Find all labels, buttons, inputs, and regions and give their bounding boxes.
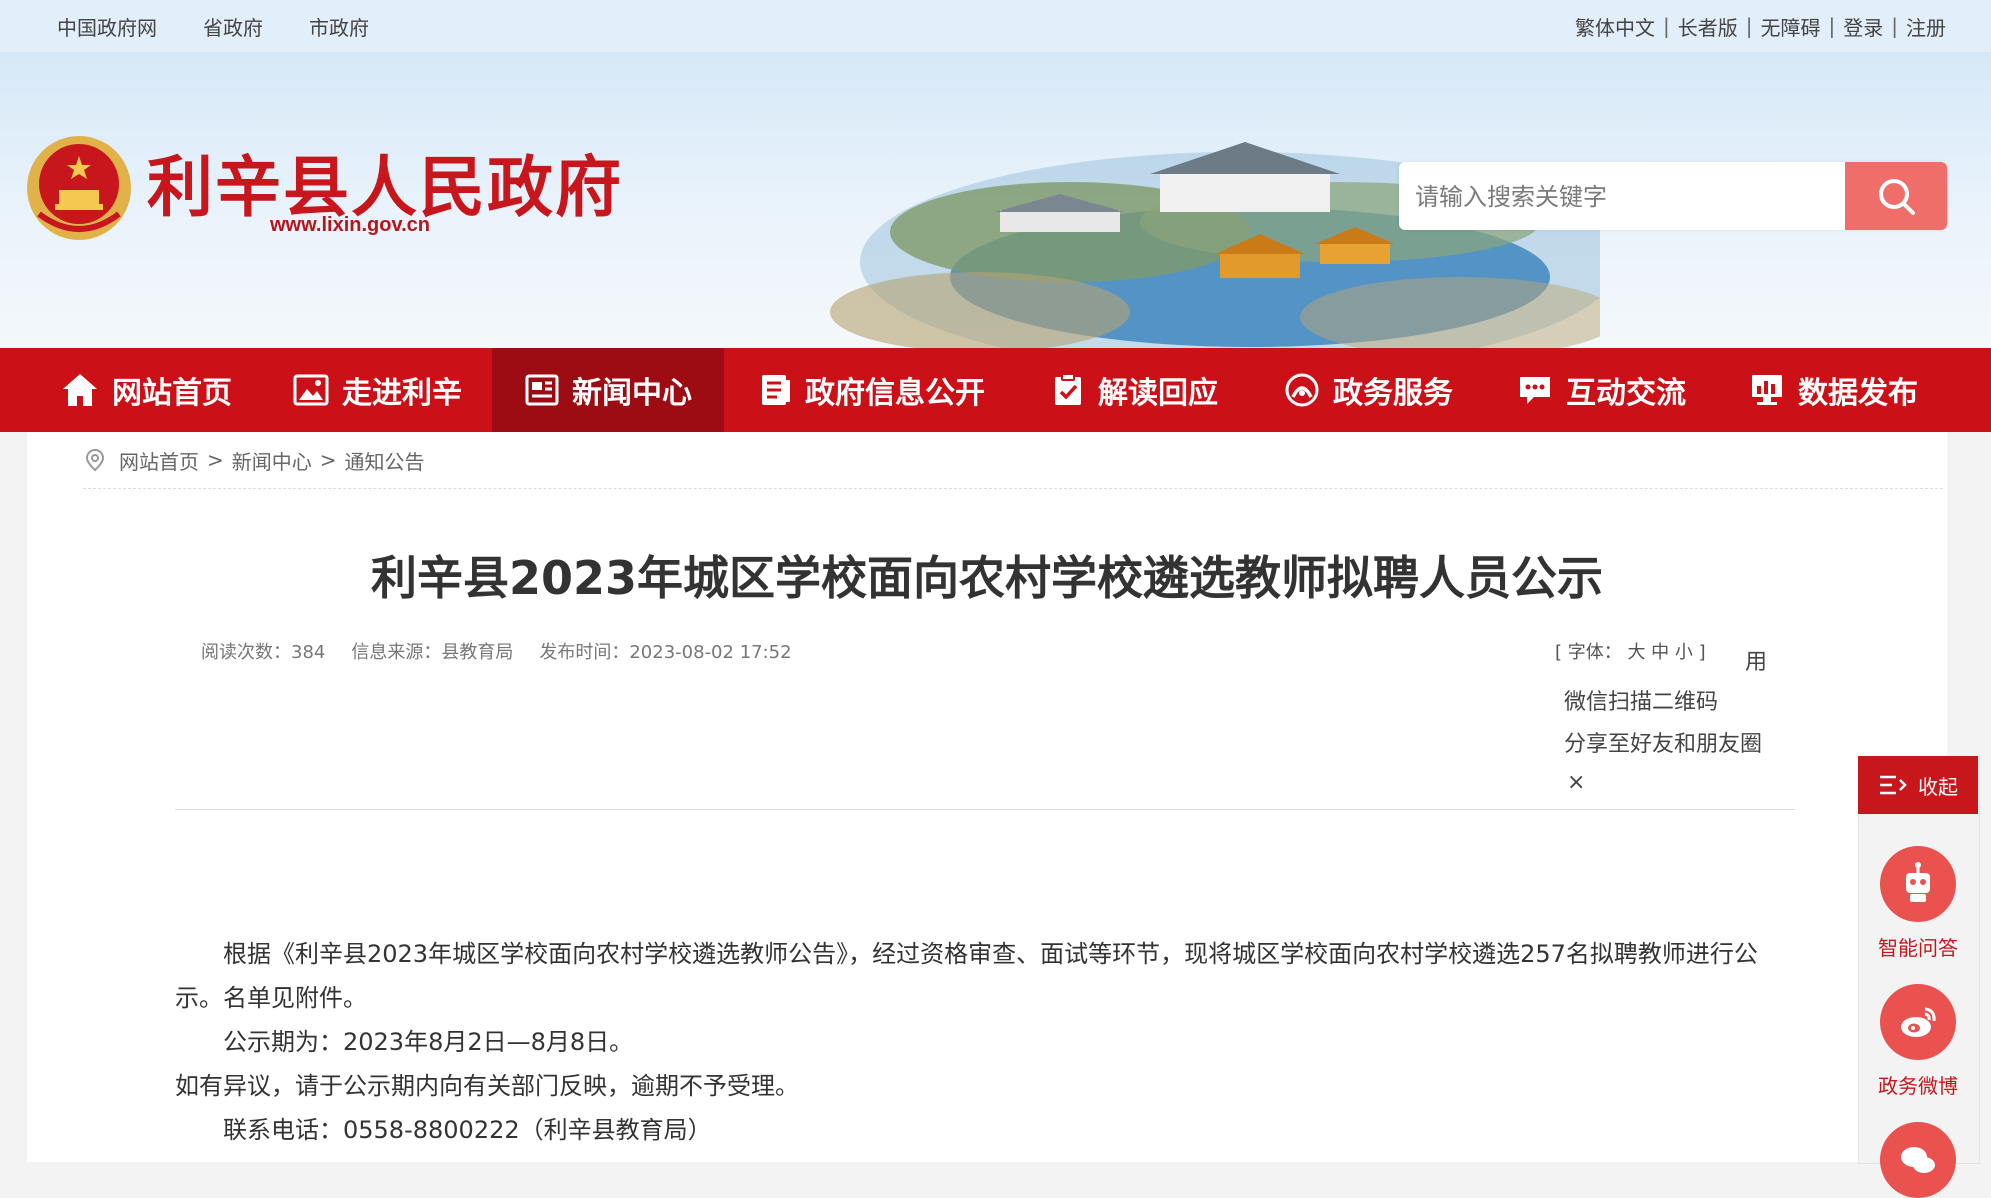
- national-emblem-logo: [27, 136, 131, 240]
- home-icon: [63, 374, 97, 406]
- nav-label: 走进利辛: [342, 376, 462, 411]
- breadcrumb-separator: >: [319, 448, 337, 472]
- nav-label: 互动交流: [1566, 376, 1686, 411]
- share-friends-text: 分享至好友和朋友圈: [1564, 732, 1763, 757]
- breadcrumb: 网站首页 > 新闻中心 > 通知公告: [83, 432, 1943, 489]
- article-body: 根据《利辛县2023年城区学校面向农村学校遴选教师公告》，经过资格审查、面试等环…: [175, 932, 1795, 1152]
- main-nav: 网站首页 走进利辛 新闻中心 政府信息公开 解读回应 政务服务 互动交流 数据发…: [0, 348, 1991, 432]
- service-icon: [1285, 373, 1319, 407]
- float-item-partial[interactable]: [1858, 1122, 1978, 1198]
- nav-item-about[interactable]: 走进利辛: [292, 348, 462, 432]
- article-title: 利辛县2023年城区学校面向农村学校遴选教师拟聘人员公示: [370, 551, 1604, 605]
- float-item-smart-qa[interactable]: 智能问答: [1858, 846, 1978, 961]
- publish-time: 发布时间：2023-08-02 17:52: [539, 642, 792, 663]
- search-box: [1399, 162, 1947, 232]
- top-bar: 中国政府网 省政府 市政府 繁体中文 | 长者版 | 无障碍 | 登录 | 注册: [0, 0, 1991, 52]
- breadcrumb-home[interactable]: 网站首页: [119, 446, 199, 475]
- search-button[interactable]: [1845, 162, 1947, 230]
- location-pin-icon: [85, 448, 105, 472]
- nav-item-news[interactable]: 新闻中心: [492, 348, 724, 432]
- share-wechat-scan-text: 微信扫描二维码: [1564, 690, 1719, 715]
- float-item-label: 政务微博: [1878, 1074, 1958, 1098]
- share-close-button[interactable]: ×: [1567, 770, 1585, 795]
- news-icon: [525, 374, 559, 406]
- float-item-label: 智能问答: [1878, 936, 1958, 960]
- article-meta: 阅读次数：384 信息来源：县教育局 发布时间：2023-08-02 17:52: [201, 638, 792, 664]
- image-icon: [293, 374, 329, 406]
- breadcrumb-news[interactable]: 新闻中心: [232, 446, 312, 475]
- nav-label: 网站首页: [112, 376, 232, 411]
- float-item-circle: [1880, 846, 1956, 922]
- collapse-icon: [1880, 775, 1907, 795]
- article-paragraph: 联系电话：0558-8800222（利辛县教育局）: [223, 1116, 712, 1144]
- weibo-icon: [1901, 1007, 1936, 1037]
- read-count: 阅读次数：384: [201, 642, 326, 663]
- divider: [175, 809, 1795, 810]
- link-traditional-chinese[interactable]: 繁体中文: [1575, 12, 1655, 41]
- nav-item-home[interactable]: 网站首页: [60, 348, 232, 432]
- link-elder-mode[interactable]: 长者版: [1678, 12, 1738, 41]
- link-central-gov[interactable]: 中国政府网: [57, 12, 157, 41]
- nav-item-interaction[interactable]: 互动交流: [1516, 348, 1686, 432]
- collapse-label: 收起: [1918, 774, 1958, 799]
- chat-icon: [1520, 377, 1550, 404]
- link-login[interactable]: 登录: [1843, 12, 1883, 41]
- nav-label: 新闻中心: [572, 376, 692, 411]
- separator: |: [1663, 14, 1670, 38]
- float-item-circle: [1880, 1122, 1956, 1198]
- site-url: www.lixin.gov.cn: [270, 214, 431, 236]
- nav-label: 数据发布: [1798, 376, 1918, 411]
- info-source: 信息来源：县教育局: [351, 642, 514, 663]
- wechat-icon: [1901, 1147, 1935, 1173]
- share-use-text: 用: [1745, 650, 1768, 675]
- article-paragraph: 根据《利辛县2023年城区学校面向农村学校遴选教师公告》，经过资格审查、面试等环…: [175, 940, 1758, 1012]
- float-item-weibo[interactable]: 政务微博: [1858, 984, 1978, 1099]
- top-left-links: 中国政府网 省政府 市政府: [57, 0, 369, 52]
- link-accessibility[interactable]: 无障碍: [1761, 12, 1821, 41]
- search-icon: [1879, 179, 1915, 215]
- chart-icon: [1752, 375, 1782, 405]
- nav-item-gov-service[interactable]: 政务服务: [1283, 348, 1453, 432]
- collapse-button[interactable]: 收起: [1858, 756, 1978, 814]
- article-paragraph: 公示期为：2023年8月2日—8月8日。: [223, 1028, 634, 1056]
- nav-item-gov-info[interactable]: 政府信息公开: [757, 348, 985, 432]
- top-right-links: 繁体中文 | 长者版 | 无障碍 | 登录 | 注册: [1575, 0, 1946, 52]
- nav-label: 解读回应: [1098, 376, 1218, 411]
- separator: |: [1891, 14, 1898, 38]
- nav-item-interpretation[interactable]: 解读回应: [1050, 348, 1218, 432]
- clipboard-check-icon: [1055, 373, 1081, 405]
- nav-item-data-release[interactable]: 数据发布: [1748, 348, 1918, 432]
- document-icon: [762, 375, 790, 405]
- separator: |: [1828, 14, 1836, 38]
- font-size-switcher[interactable]: [ 字体： 大 中 小 ]: [1555, 638, 1706, 664]
- content-area: 网站首页 > 新闻中心 > 通知公告 利辛县2023年城区学校面向农村学校遴选教…: [27, 432, 1947, 1162]
- search-input[interactable]: [1399, 162, 1857, 232]
- link-register[interactable]: 注册: [1906, 12, 1946, 41]
- breadcrumb-notice[interactable]: 通知公告: [345, 446, 425, 475]
- float-item-circle: [1880, 984, 1956, 1060]
- separator: |: [1745, 14, 1753, 38]
- article-paragraph: 如有异议，请于公示期内向有关部门反映，逾期不予受理。: [175, 1072, 799, 1100]
- breadcrumb-separator: >: [207, 448, 224, 472]
- link-city-gov[interactable]: 市政府: [309, 12, 369, 41]
- nav-label: 政务服务: [1333, 376, 1453, 411]
- robot-icon: [1906, 862, 1930, 902]
- nav-label: 政府信息公开: [805, 376, 985, 411]
- link-province-gov[interactable]: 省政府: [203, 12, 263, 41]
